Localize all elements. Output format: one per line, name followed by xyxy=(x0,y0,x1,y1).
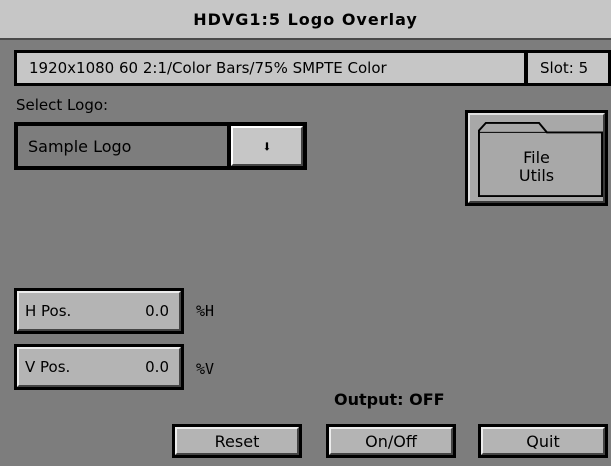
h-pos-unit: %H xyxy=(196,302,215,320)
reset-button[interactable]: Reset xyxy=(172,424,302,458)
on-off-button[interactable]: On/Off xyxy=(326,424,456,458)
v-pos-button[interactable]: V Pos. 0.0 xyxy=(14,344,184,390)
v-pos-value: 0.0 xyxy=(145,358,169,376)
h-pos-label: H Pos. xyxy=(25,302,72,320)
window-title: HDVG1:5 Logo Overlay xyxy=(0,0,611,40)
arrow-down-icon: ⬇ xyxy=(262,136,272,156)
on-off-button-label: On/Off xyxy=(329,427,453,455)
v-pos-unit: %V xyxy=(196,360,215,378)
select-logo-label: Select Logo: xyxy=(16,96,109,114)
file-utils-button[interactable]: File Utils xyxy=(465,110,608,206)
quit-button-label: Quit xyxy=(481,427,605,455)
v-pos-label: V Pos. xyxy=(25,358,71,376)
quit-button[interactable]: Quit xyxy=(478,424,608,458)
h-pos-value: 0.0 xyxy=(145,302,169,320)
h-pos-button[interactable]: H Pos. 0.0 xyxy=(14,288,184,334)
logo-dropdown-button[interactable]: ⬇ xyxy=(231,126,303,166)
file-utils-label: File Utils xyxy=(518,148,555,185)
slot-display: Slot: 5 xyxy=(528,53,608,83)
format-display: 1920x1080 60 2:1/Color Bars/75% SMPTE Co… xyxy=(17,53,524,83)
reset-button-label: Reset xyxy=(175,427,299,455)
logo-value-field[interactable]: Sample Logo xyxy=(18,126,227,166)
logo-selector: Sample Logo ⬇ xyxy=(14,122,307,170)
output-status: Output: OFF xyxy=(334,390,445,409)
status-bar: 1920x1080 60 2:1/Color Bars/75% SMPTE Co… xyxy=(14,50,611,86)
